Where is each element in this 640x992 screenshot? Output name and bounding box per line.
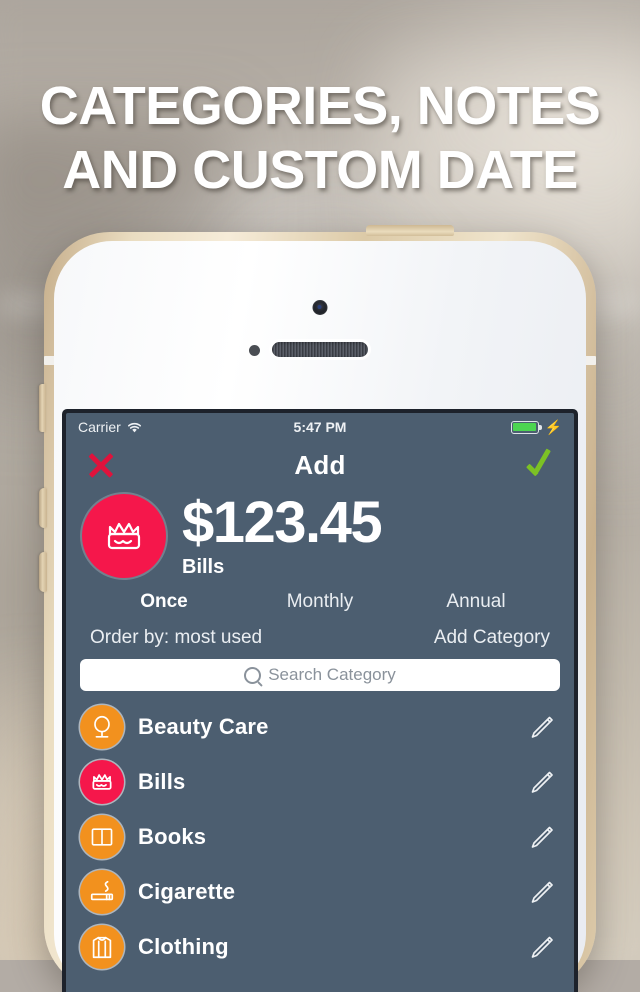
search-icon	[244, 666, 262, 684]
tab-annual[interactable]: Annual	[398, 591, 554, 613]
page-title: Add	[294, 449, 346, 480]
amount-value: $123.45	[182, 490, 383, 555]
mute-switch[interactable]	[39, 384, 46, 432]
crown-icon	[80, 759, 124, 804]
list-item[interactable]: Beauty Care	[66, 699, 574, 754]
proximity-sensor-icon	[249, 345, 260, 356]
lightning-bolt-icon: ⚡	[544, 419, 562, 435]
list-item-label: Beauty Care	[138, 713, 269, 739]
carrier-label: Carrier	[78, 419, 121, 435]
pencil-icon[interactable]	[526, 822, 556, 852]
checkmark-icon[interactable]	[526, 449, 556, 481]
list-item[interactable]: Bills	[66, 754, 574, 809]
pencil-icon[interactable]	[526, 767, 556, 797]
promo-headline: CATEGORIES, NOTES AND CUSTOM DATE	[0, 74, 640, 202]
pencil-icon[interactable]	[526, 712, 556, 742]
nav-bar: Add	[66, 441, 574, 489]
mirror-icon	[80, 704, 124, 749]
list-item-label: Bills	[138, 768, 186, 794]
list-item[interactable]: Clothing	[66, 919, 574, 974]
add-category-button[interactable]: Add Category	[434, 627, 550, 649]
headline-line-2: AND CUSTOM DATE	[62, 140, 578, 200]
cigarette-icon	[80, 869, 124, 914]
search-input[interactable]: Search Category	[80, 659, 560, 691]
power-button[interactable]	[366, 225, 454, 236]
tab-monthly[interactable]: Monthly	[242, 591, 398, 613]
phone-mockup: Carrier 5:47 PM ⚡ Add $123.45 Bills Once…	[39, 225, 596, 992]
headline-line-1: CATEGORIES, NOTES	[39, 76, 601, 136]
battery-full-icon	[510, 420, 542, 434]
order-by-button[interactable]: Order by: most used	[90, 627, 262, 649]
book-icon	[80, 814, 124, 859]
close-x-icon[interactable]	[84, 448, 118, 482]
list-item-label: Books	[138, 823, 207, 849]
front-camera-icon	[312, 300, 328, 315]
list-item[interactable]: Books	[66, 809, 574, 864]
amount-text-block: $123.45 Bills	[182, 490, 383, 579]
search-placeholder: Search Category	[268, 665, 396, 684]
category-list: Beauty Care Bills Books Cigarette Clothi…	[66, 699, 574, 974]
volume-down-button[interactable]	[39, 552, 47, 592]
order-row: Order by: most used Add Category	[66, 619, 574, 655]
status-bar-time: 5:47 PM	[293, 419, 347, 435]
bills-crown-icon	[82, 494, 166, 578]
status-bar-left: Carrier	[78, 419, 142, 435]
search-section: Search Category	[66, 655, 574, 699]
status-bar-right: ⚡	[510, 419, 562, 435]
amount-section: $123.45 Bills	[66, 489, 574, 581]
earpiece-speaker-icon	[272, 342, 368, 357]
wifi-icon	[127, 421, 142, 433]
shirt-icon	[80, 924, 124, 969]
status-bar: Carrier 5:47 PM ⚡	[66, 413, 574, 441]
app-screen: Carrier 5:47 PM ⚡ Add $123.45 Bills Once…	[66, 413, 574, 992]
frequency-tabs: Once Monthly Annual	[66, 581, 574, 619]
tab-once[interactable]: Once	[86, 591, 242, 613]
list-item[interactable]: Cigarette	[66, 864, 574, 919]
pencil-icon[interactable]	[526, 877, 556, 907]
phone-body: Carrier 5:47 PM ⚡ Add $123.45 Bills Once…	[54, 241, 586, 992]
list-item-label: Cigarette	[138, 878, 236, 904]
pencil-icon[interactable]	[526, 932, 556, 962]
screen-bezel: Carrier 5:47 PM ⚡ Add $123.45 Bills Once…	[62, 409, 578, 992]
amount-category-label: Bills	[182, 556, 225, 578]
list-item-label: Clothing	[138, 933, 229, 959]
volume-up-button[interactable]	[39, 488, 47, 528]
